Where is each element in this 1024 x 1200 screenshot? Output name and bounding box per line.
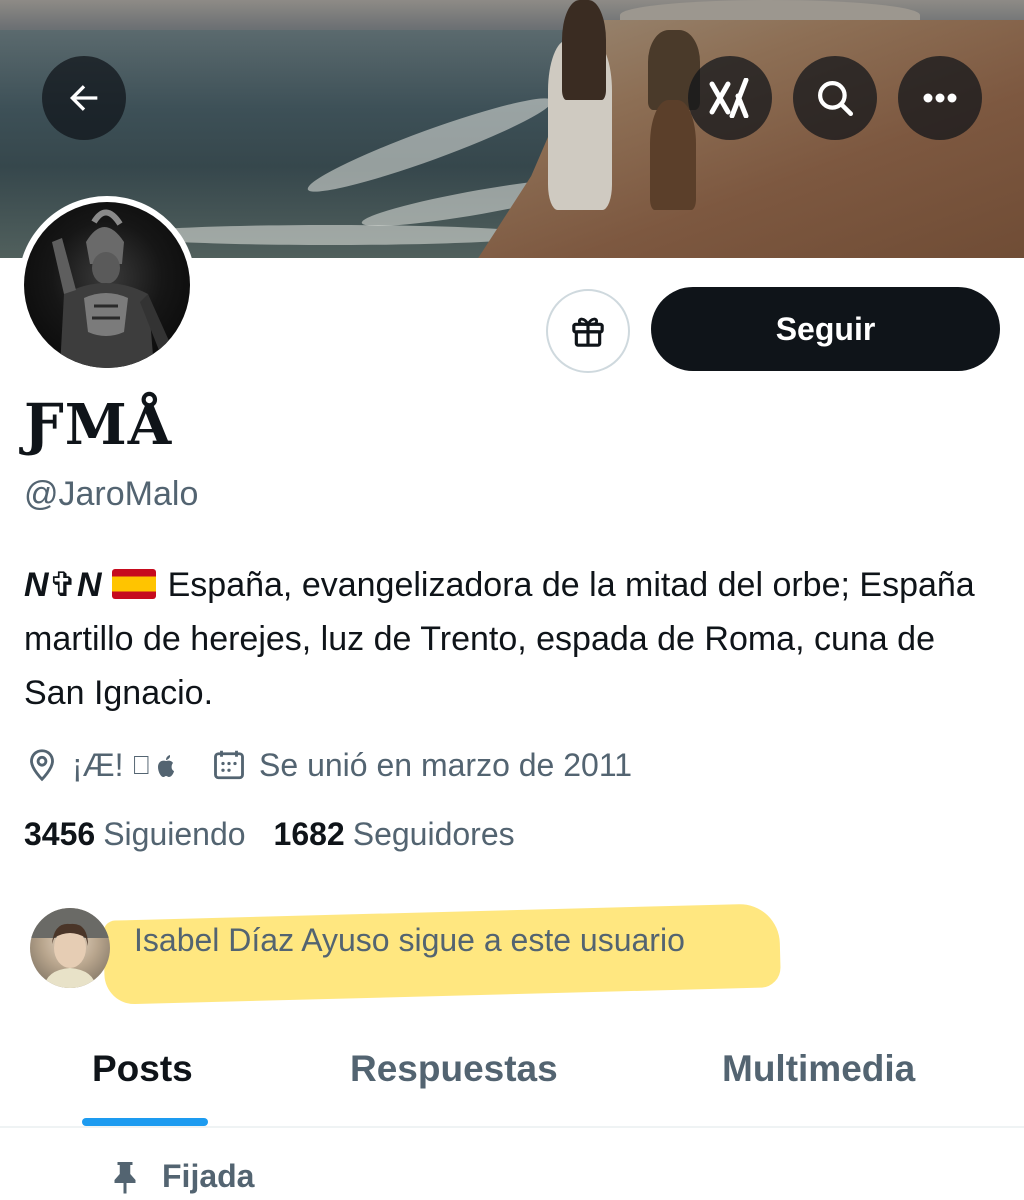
avatar-image <box>24 202 190 368</box>
tab-posts[interactable]: Posts <box>92 1048 193 1090</box>
followed-by-text[interactable]: Isabel Díaz Ayuso sigue a este usuario <box>134 922 685 959</box>
following-link[interactable]: 3456 Siguiendo <box>24 816 246 853</box>
profile-avatar[interactable] <box>18 196 196 374</box>
tab-replies[interactable]: Respuestas <box>350 1048 558 1090</box>
following-count: 3456 <box>24 816 96 852</box>
follow-counts: 3456 Siguiendo 1682 Seguidores <box>24 816 543 853</box>
join-date-text: Se unió en marzo de 2011 <box>239 746 632 783</box>
pinned-indicator: Fijada <box>110 1158 254 1195</box>
follower-avatar <box>30 908 110 988</box>
active-tab-indicator <box>82 1118 208 1126</box>
join-date: Se unió en marzo de 2011 <box>211 747 632 784</box>
banner-mule <box>650 100 696 210</box>
profile-tabs: Posts Respuestas Multimedia <box>0 1030 1024 1128</box>
bio-prefix: N✞N <box>24 566 102 604</box>
user-handle: @JaroMalo <box>24 475 199 513</box>
location-text: ¡Æ! <box>72 746 124 783</box>
more-button[interactable] <box>898 56 982 140</box>
followers-label: Seguidores <box>352 816 515 852</box>
more-dots-icon <box>923 93 957 103</box>
arrow-left-icon <box>70 85 98 111</box>
follow-button[interactable]: Seguir <box>651 287 1000 371</box>
pin-icon <box>114 1161 136 1193</box>
grok-icon <box>709 78 749 118</box>
bio-text: España, evangelizadora de la mitad del o… <box>24 566 975 712</box>
followed-by-row[interactable] <box>30 908 110 988</box>
pinned-label: Fijada <box>162 1158 255 1194</box>
spartan-warrior-image <box>52 209 174 368</box>
search-icon <box>818 81 854 117</box>
apple-logo-icon <box>158 755 175 777</box>
spain-flag-icon <box>111 569 156 599</box>
location: ¡Æ!  <box>24 747 177 784</box>
gift-button[interactable] <box>546 289 630 373</box>
location-pin-icon <box>30 749 54 782</box>
back-button[interactable] <box>42 56 126 140</box>
calendar-icon <box>214 750 244 780</box>
apple-icon:  <box>132 750 152 781</box>
banner-rider <box>562 0 606 100</box>
gift-icon <box>572 317 604 347</box>
profile-meta: ¡Æ!  Se unió en marzo de 2011 <box>24 742 666 788</box>
tab-media[interactable]: Multimedia <box>722 1048 915 1090</box>
profile-bio: N✞N España, evangelizadora de la mitad de… <box>24 558 1004 720</box>
following-label: Siguiendo <box>103 816 246 852</box>
followers-link[interactable]: 1682 Seguidores <box>274 816 515 853</box>
search-button[interactable] <box>793 56 877 140</box>
display-name: ƑMÅ <box>24 392 173 458</box>
followers-count: 1682 <box>273 816 345 852</box>
follower-photo <box>30 908 110 988</box>
grok-button[interactable] <box>688 56 772 140</box>
